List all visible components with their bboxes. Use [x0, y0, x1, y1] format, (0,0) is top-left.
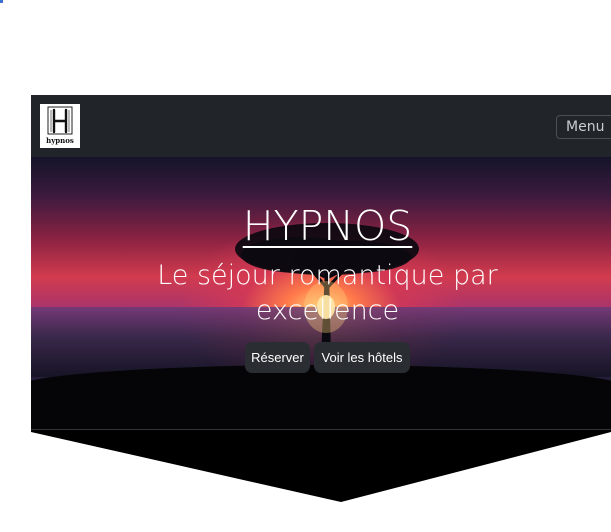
- brand-logo[interactable]: hypnos: [40, 104, 80, 148]
- hero-chevron-divider: [31, 429, 611, 502]
- page-viewport: hypnos Menu HYPNOS Le séjour romantique …: [31, 95, 611, 532]
- view-hotels-button[interactable]: Voir les hôtels: [314, 342, 410, 373]
- reserve-button[interactable]: Réserver: [245, 342, 310, 373]
- hero-banner: HYPNOS Le séjour romantique par excellen…: [31, 157, 611, 429]
- hero-title-link[interactable]: HYPNOS: [243, 202, 413, 250]
- hero-title[interactable]: HYPNOS: [31, 203, 611, 249]
- navbar: hypnos Menu: [31, 95, 611, 157]
- corner-mark: [0, 0, 3, 3]
- menu-button[interactable]: Menu: [556, 115, 611, 139]
- h-monogram-icon: [47, 106, 73, 135]
- logo-wordmark: hypnos: [46, 136, 74, 145]
- hero-subtitle: Le séjour romantique par excellence: [157, 260, 498, 326]
